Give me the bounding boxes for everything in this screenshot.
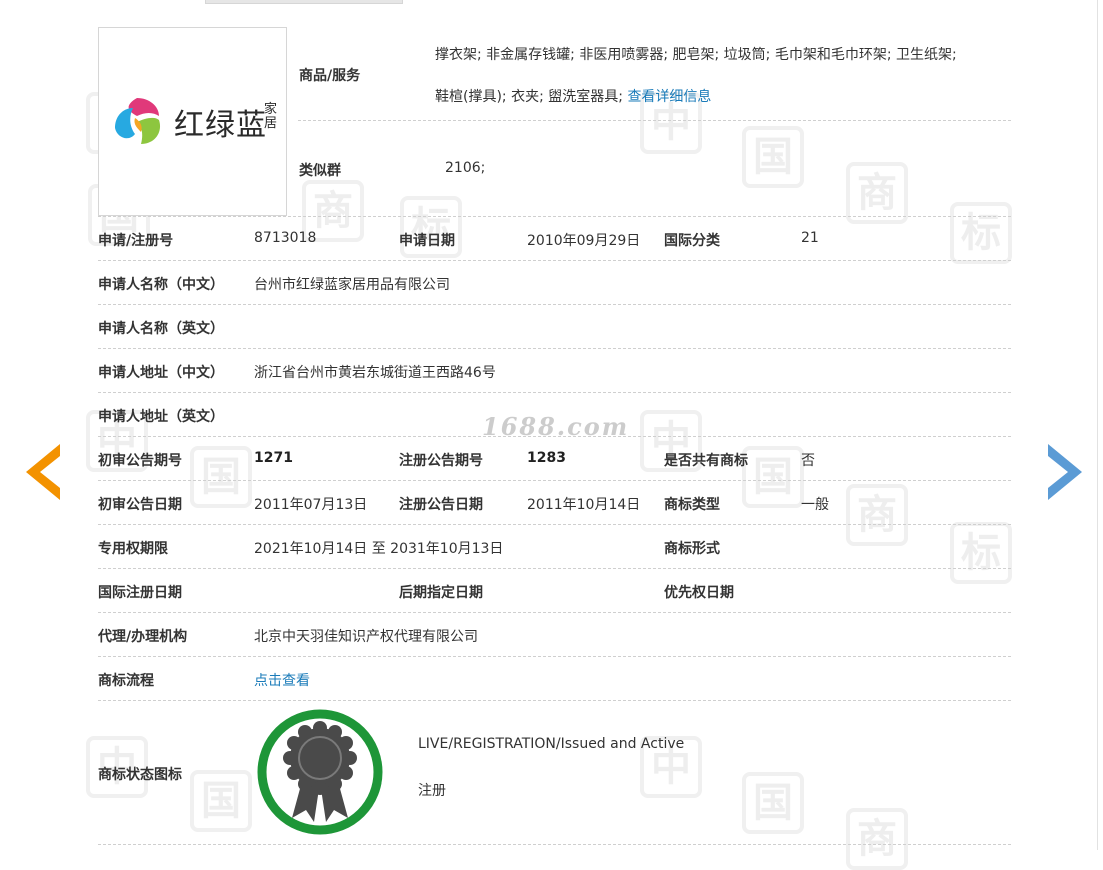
watermark-tile: 国 [190, 446, 252, 508]
watermark-tile: 标 [950, 522, 1012, 584]
prelim-no-label: 初审公告期号 [98, 453, 182, 469]
address-cn-value: 浙江省台州市黄岩东城街道王西路46号 [254, 365, 496, 381]
divider [98, 844, 1011, 845]
registered-status-badge-icon [257, 709, 383, 835]
divider [98, 216, 1011, 217]
status-icon-label: 商标状态图标 [98, 767, 182, 783]
view-details-link[interactable]: 查看详细信息 [627, 89, 711, 105]
exclusive-label: 专用权期限 [98, 541, 168, 557]
apply-date-value: 2010年09月29日 [527, 233, 641, 249]
goods-services-line2-text: 鞋楦(撑具); 衣夹; 盥洗室器具; [435, 89, 623, 105]
divider [298, 120, 1011, 121]
top-tab[interactable] [205, 0, 403, 4]
later-designation-label: 后期指定日期 [399, 585, 483, 601]
applicant-cn-value: 台州市红绿蓝家居用品有限公司 [254, 277, 450, 293]
divider [98, 304, 1011, 305]
shared-label: 是否共有商标 [664, 453, 748, 469]
divider [98, 392, 1011, 393]
similar-group-value: 2106; [445, 160, 486, 176]
intl-reg-date-label: 国际注册日期 [98, 585, 182, 601]
address-cn-label: 申请人地址（中文） [98, 365, 224, 381]
process-label: 商标流程 [98, 673, 154, 689]
logo-brand-text: 红绿蓝 [174, 108, 267, 143]
reg-pub-no-label: 注册公告期号 [399, 453, 483, 469]
prelim-date-label: 初审公告日期 [98, 497, 182, 513]
similar-group-label: 类似群 [299, 163, 341, 179]
divider [98, 260, 1011, 261]
address-en-label: 申请人地址（英文） [98, 409, 224, 425]
watermark-tile: 国 [742, 126, 804, 188]
watermark-tile: 标 [950, 202, 1012, 264]
divider [98, 656, 1011, 657]
reg-no-label: 申请/注册号 [98, 233, 174, 249]
reg-pub-date-label: 注册公告日期 [399, 497, 483, 513]
logo-mark-icon [115, 98, 161, 144]
watermark-tile: 国 [190, 770, 252, 832]
tm-form-label: 商标形式 [664, 541, 720, 557]
divider [98, 480, 1011, 481]
divider [98, 612, 1011, 613]
shared-value: 否 [801, 453, 815, 469]
goods-services-line2: 鞋楦(撑具); 衣夹; 盥洗室器具; 查看详细信息 [435, 86, 711, 106]
next-arrow-icon[interactable] [1046, 444, 1082, 500]
prelim-no-value: 1271 [254, 450, 293, 466]
applicant-cn-label: 申请人名称（中文） [98, 277, 224, 293]
prelim-date-value: 2011年07月13日 [254, 497, 368, 513]
top-strip [0, 0, 1103, 850]
watermark-tile: 国 [742, 772, 804, 834]
watermark-tile: 商 [846, 484, 908, 546]
site-watermark: 1688.com [482, 412, 630, 441]
reg-pub-no-value: 1283 [527, 450, 566, 466]
goods-services-line1: 撑衣架; 非金属存钱罐; 非医用喷雾器; 肥皂架; 垃圾筒; 毛巾架和毛巾环架;… [435, 47, 957, 63]
apply-date-label: 申请日期 [399, 233, 455, 249]
tm-type-label: 商标类型 [664, 497, 720, 513]
exclusive-value: 2021年10月14日 至 2031年10月13日 [254, 541, 504, 557]
divider [98, 568, 1011, 569]
tm-type-value: 一般 [801, 497, 829, 513]
watermark-tile: 商 [846, 162, 908, 224]
status-en-value: LIVE/REGISTRATION/Issued and Active [418, 736, 685, 752]
intl-class-value: 21 [801, 230, 819, 246]
goods-services-label: 商品/服务 [299, 68, 361, 84]
divider [98, 348, 1011, 349]
intl-class-label: 国际分类 [664, 233, 720, 249]
right-border [1097, 0, 1098, 850]
applicant-en-label: 申请人名称（英文） [98, 321, 224, 337]
agent-value: 北京中天羽佳知识产权代理有限公司 [254, 629, 478, 645]
watermark-tile: 商 [846, 808, 908, 870]
divider [98, 524, 1011, 525]
agent-label: 代理/办理机构 [98, 629, 188, 645]
reg-pub-date-value: 2011年10月14日 [527, 497, 641, 513]
reg-no-value: 8713018 [254, 230, 317, 246]
logo-sub-text: 家居 [264, 102, 278, 131]
watermark-tile: 国 [742, 446, 804, 508]
status-cn-value: 注册 [418, 783, 446, 799]
prev-arrow-icon[interactable] [26, 444, 62, 500]
divider [98, 700, 1011, 701]
priority-date-label: 优先权日期 [664, 585, 734, 601]
process-view-link[interactable]: 点击查看 [254, 670, 310, 690]
